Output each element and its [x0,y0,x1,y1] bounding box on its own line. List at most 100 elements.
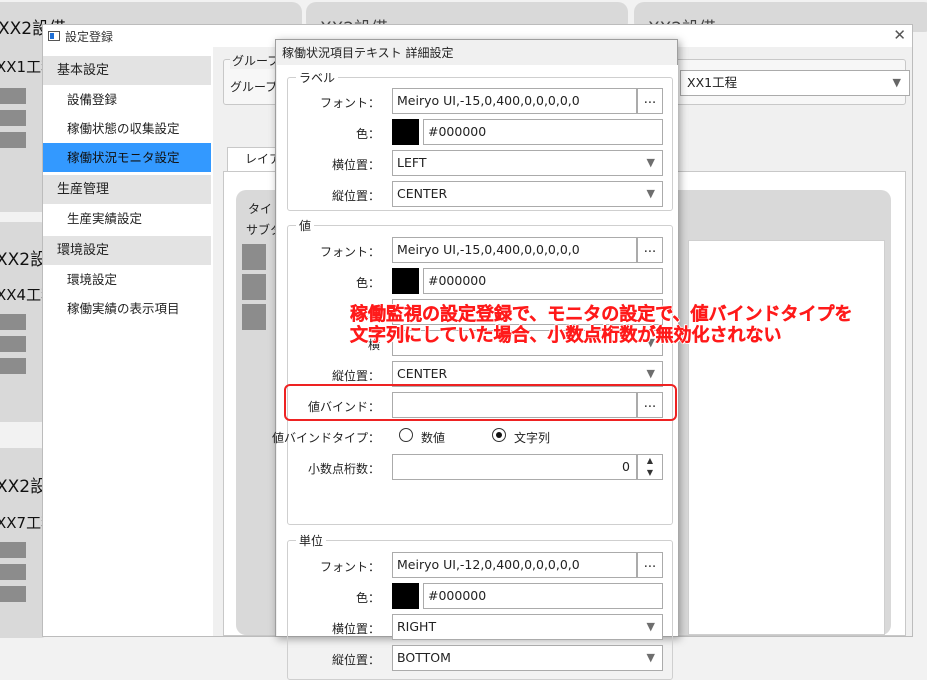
sidebar-item-production[interactable]: 生産実績設定 [43,204,211,233]
value-color-swatch[interactable] [392,268,419,294]
label-halign-row: 横位置： LEFT ▼ [288,150,672,176]
bg-indicator [0,132,26,148]
label-valign-value: CENTER [397,186,448,201]
label-color-field[interactable]: #000000 [423,119,663,145]
value-valign-value: CENTER [397,366,448,381]
bg-indicator [0,542,26,558]
group-select-value: XX1工程 [687,75,738,90]
unit-color-swatch[interactable] [392,583,419,609]
chevron-down-icon: ▼ [646,367,655,380]
chevron-down-icon: ▼ [646,187,655,200]
value-bind-type-row: 値バインドタイプ： 数値 文字列 [272,423,672,449]
window-title: 設定登録 [65,30,114,44]
unit-font-browse-button[interactable]: ... [637,552,663,578]
unit-color-field[interactable]: #000000 [423,583,663,609]
bg-indicator [0,564,26,580]
label-halign-label: 横位置： [331,158,380,172]
group-select[interactable]: XX1工程 ▼ [680,70,910,96]
label-color-label: 色： [355,127,380,141]
unit-font-row: フォント： Meiryo UI,-12,0,400,0,0,0,0,0 ... [288,552,672,578]
bind-type-string-label[interactable]: 文字列 [514,429,550,446]
chevron-down-icon: ▼ [646,651,655,664]
dialog-title: 稼働状況項目テキスト 詳細設定 [282,46,454,60]
sidebar-item-environment[interactable]: 環境設定 [43,265,211,294]
chevron-down-icon: ▼ [892,76,901,89]
preview-indicator [242,274,266,300]
chevron-down-icon: ▼ [646,620,655,633]
bg-indicator [0,336,26,352]
unit-valign-select[interactable]: BOTTOM ▼ [392,645,663,671]
label-halign-select[interactable]: LEFT ▼ [392,150,663,176]
value-legend: 値 [296,217,315,234]
bind-type-string-radio[interactable] [492,428,506,442]
unit-font-field[interactable]: Meiryo UI,-12,0,400,0,0,0,0,0 [392,552,637,578]
unit-color-row: 色： #000000 [288,583,672,609]
unit-halign-value: RIGHT [397,619,437,634]
value-color-label: 色： [355,276,380,290]
unit-legend: 単位 [296,532,327,549]
sidebar-category[interactable]: 基本設定 [43,56,211,85]
value-color-row: 色： #000000 [288,268,672,294]
label-halign-value: LEFT [397,155,427,170]
value-font-label: フォント： [319,245,380,259]
label-font-label: フォント： [319,96,380,110]
label-valign-row: 縦位置： CENTER ▼ [288,181,672,207]
label-color-swatch[interactable] [392,119,419,145]
sidebar-category[interactable]: 環境設定 [43,236,211,265]
unit-color-label: 色： [355,591,380,605]
decimal-places-input[interactable]: 0 [392,454,637,480]
bg-label: XX2設 [0,477,48,497]
label-fieldset: ラベル フォント： Meiryo UI,-15,0,400,0,0,0,0,0 … [287,69,673,211]
preview-indicator [242,304,266,330]
bg-indicator [0,314,26,330]
label-valign-label: 縦位置： [331,189,380,203]
close-icon[interactable]: ✕ [893,26,906,44]
bg-indicator [0,586,26,602]
spin-up-icon[interactable]: ▲ [638,455,662,467]
value-bind-type-label: 値バインドタイプ： [271,431,380,445]
bind-type-number-label[interactable]: 数値 [421,429,445,446]
value-font-field[interactable]: Meiryo UI,-15,0,400,0,0,0,0,0 [392,237,637,263]
bg-label: XX2設 [0,250,48,270]
annotation-line-1: 稼働監視の設定登録で、モニタの設定で、値バインドタイプを [350,304,853,325]
label-font-field[interactable]: Meiryo UI,-15,0,400,0,0,0,0,0 [392,88,637,114]
settings-sidebar: 基本設定 設備登録 稼働状態の収集設定 稼働状況モニタ設定 生産管理 生産実績設… [43,53,211,636]
sidebar-item-equipment[interactable]: 設備登録 [43,85,211,114]
value-color-field[interactable]: #000000 [423,268,663,294]
preview-panel [688,240,885,635]
value-valign-label: 縦位置： [331,369,380,383]
label-font-browse-button[interactable]: ... [637,88,663,114]
unit-font-label: フォント： [319,560,380,574]
sidebar-item-monitor[interactable]: 稼働状況モニタ設定 [43,143,211,172]
unit-fieldset: 単位 フォント： Meiryo UI,-12,0,400,0,0,0,0,0 .… [287,532,673,680]
unit-valign-row: 縦位置： BOTTOM ▼ [288,645,672,671]
annotation-highlight-box [284,384,677,421]
label-legend: ラベル [296,69,339,86]
annotation-line-2: 文字列にしていた場合、小数点桁数が無効化されない [350,325,782,346]
window-app-icon [48,31,60,41]
decimal-places-stepper[interactable]: ▲ ▼ [637,454,663,480]
value-fieldset: 値 フォント： Meiryo UI,-15,0,400,0,0,0,0,0 ..… [272,217,673,525]
bg-indicator [0,88,26,104]
bind-type-number-radio[interactable] [399,428,413,442]
annotation-callout: 稼働監視の設定登録で、モニタの設定で、値バインドタイプを 文字列にしていた場合、… [350,304,853,346]
label-font-row: フォント： Meiryo UI,-15,0,400,0,0,0,0,0 ... [288,88,672,114]
value-font-row: フォント： Meiryo UI,-15,0,400,0,0,0,0,0 ... [288,237,672,263]
sidebar-item-display-items[interactable]: 稼働実績の表示項目 [43,294,211,323]
preview-indicator [242,244,266,270]
value-decimal-row: 小数点桁数： 0 ▲ ▼ [288,454,672,480]
unit-halign-label: 横位置： [331,622,380,636]
label-valign-select[interactable]: CENTER ▼ [392,181,663,207]
unit-halign-select[interactable]: RIGHT ▼ [392,614,663,640]
label-color-row: 色： #000000 [288,119,672,145]
value-decimal-label: 小数点桁数： [307,462,380,476]
unit-valign-value: BOTTOM [397,650,451,665]
sidebar-item-collection[interactable]: 稼働状態の収集設定 [43,114,211,143]
spin-down-icon[interactable]: ▼ [638,467,662,479]
dialog-body: ラベル フォント： Meiryo UI,-15,0,400,0,0,0,0,0 … [272,65,678,680]
unit-valign-label: 縦位置： [331,653,380,667]
bg-indicator [0,110,26,126]
sidebar-category[interactable]: 生産管理 [43,175,211,204]
value-font-browse-button[interactable]: ... [637,237,663,263]
chevron-down-icon: ▼ [646,156,655,169]
